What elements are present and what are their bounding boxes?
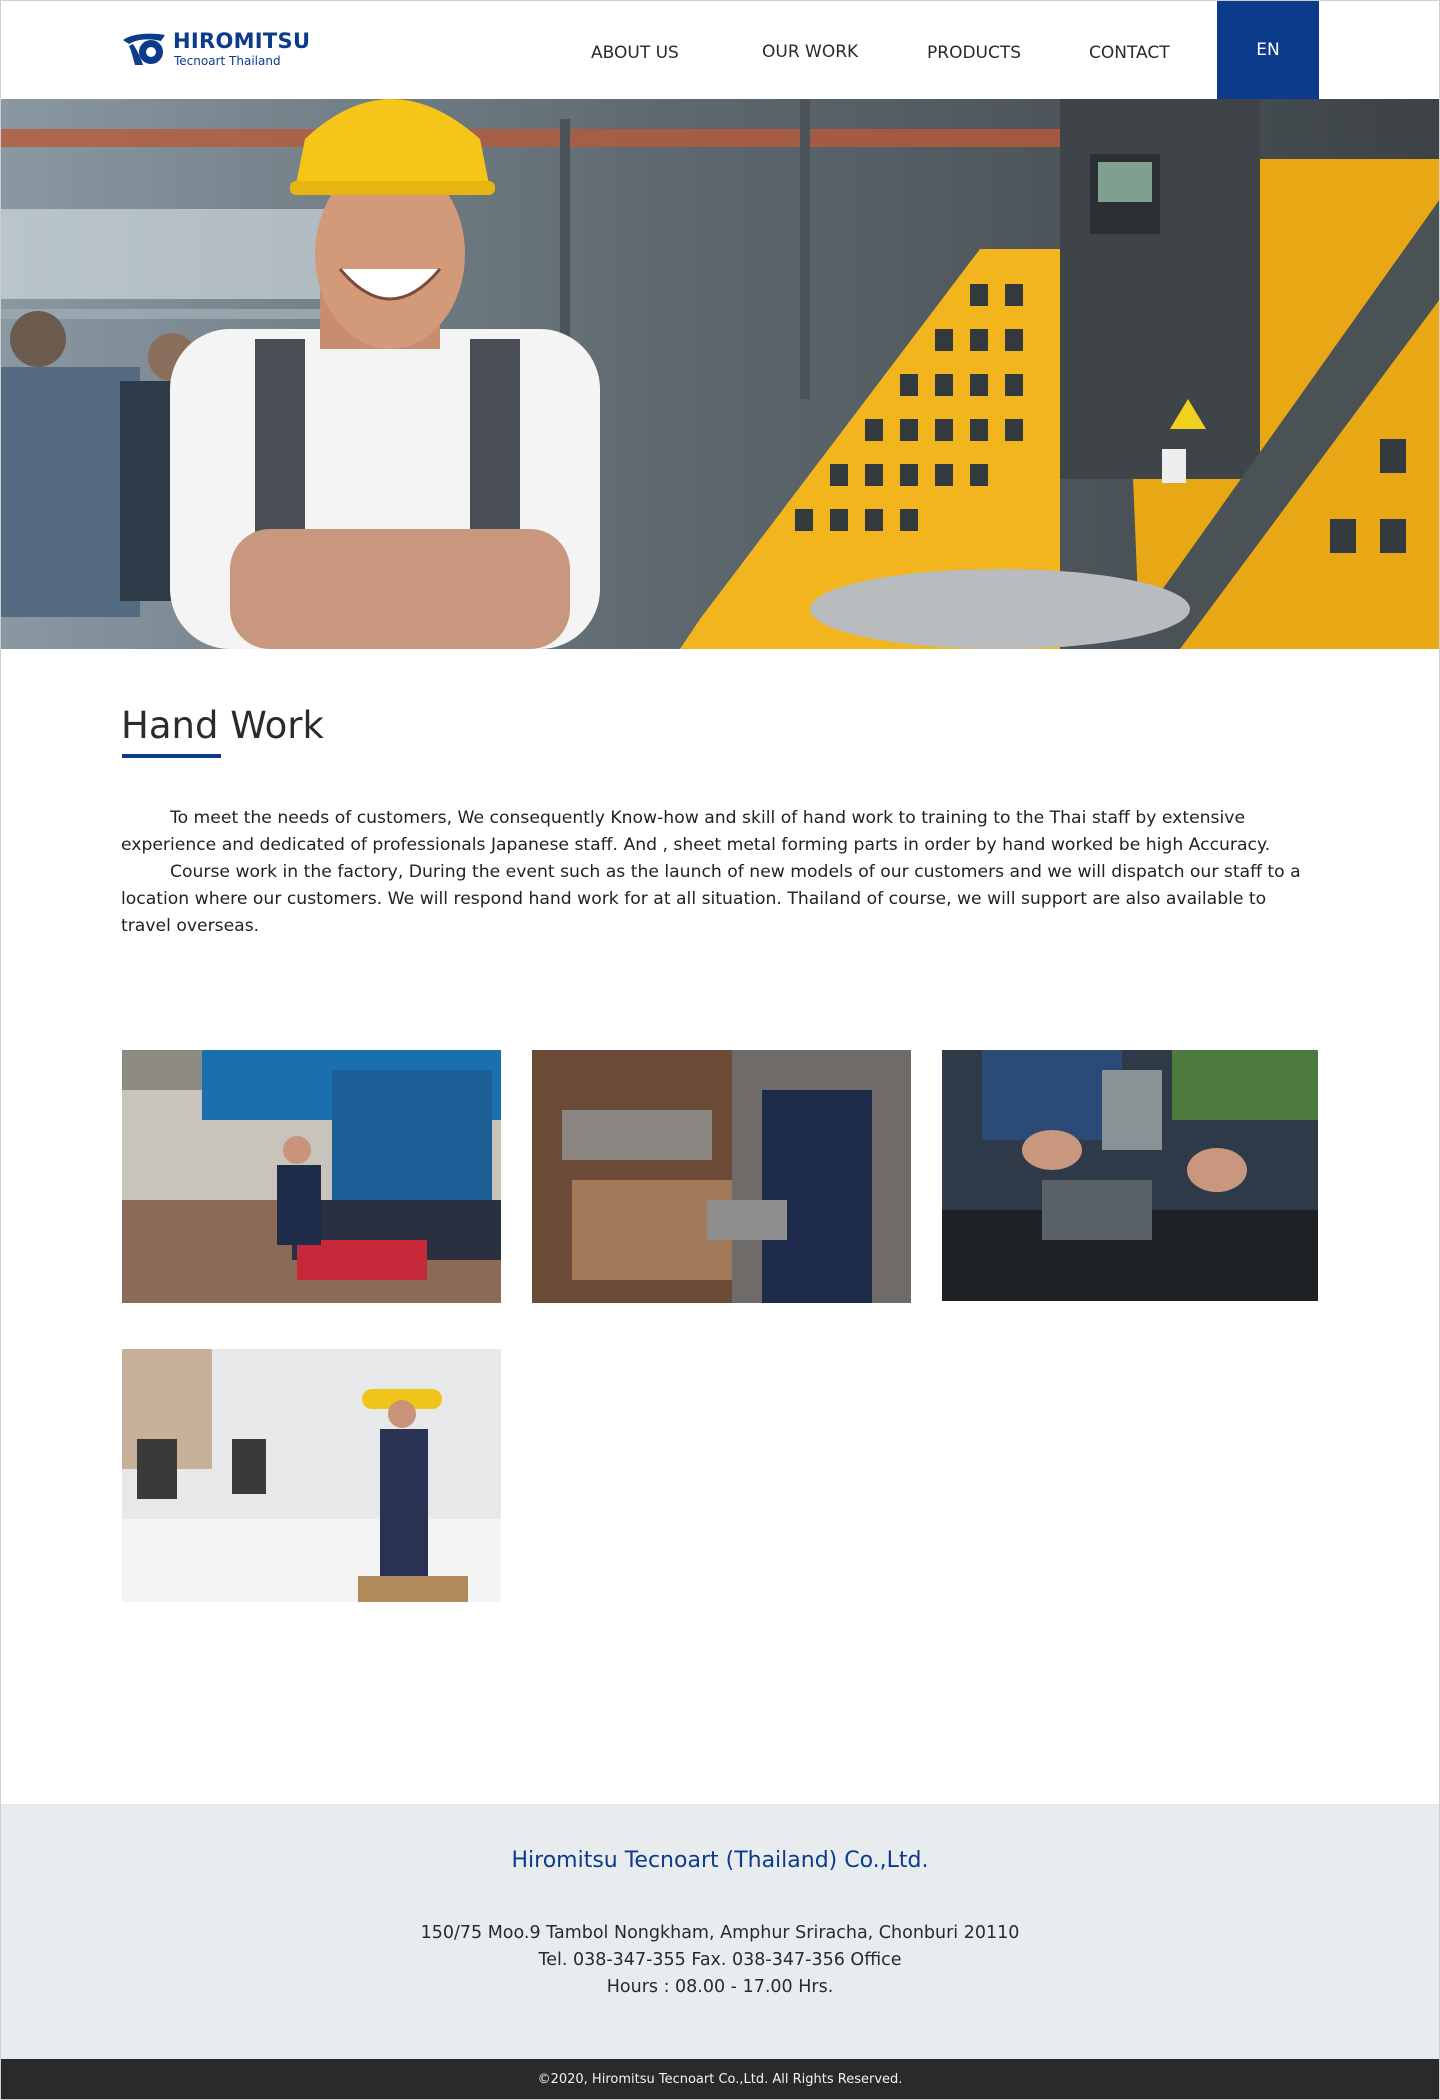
- footer-phone: Tel. 038-347-355 Fax. 038-347-356 Office: [538, 1950, 902, 1970]
- logo-subtitle: Tecnoart Thailand: [174, 54, 281, 68]
- footer-hours: Hours : 08.00 - 17.00 Hrs.: [606, 1977, 834, 1997]
- footer-address: 150/75 Moo.9 Tambol Nongkham, Amphur Sri…: [420, 1923, 1020, 1943]
- photo-gallery: [122, 1050, 1318, 1602]
- hero-image: [0, 99, 1440, 649]
- worker-at-toolbench-image: [122, 1050, 501, 1303]
- site-header: HIROMITSU Tecnoart Thailand ABOUT US OUR…: [0, 0, 1440, 99]
- gallery-image[interactable]: [532, 1050, 911, 1303]
- footer-company-name: Hiromitsu Tecnoart (Thailand) Co.,Ltd.: [511, 1848, 929, 1873]
- gallery-image[interactable]: [122, 1050, 501, 1303]
- title-underline: [122, 754, 221, 758]
- intro-paragraph: Course work in the factory, During the e…: [121, 862, 1301, 936]
- drilling-machine-image: [942, 1050, 1318, 1301]
- nav-our-work[interactable]: OUR WORK: [762, 42, 858, 62]
- copyright-bar: ©2020, Hiromitsu Tecnoart Co.,Ltd. All R…: [0, 2059, 1440, 2100]
- gallery-image[interactable]: [122, 1349, 501, 1602]
- hero-factory-worker-image: [0, 99, 1440, 649]
- nav-contact[interactable]: CONTACT: [1089, 43, 1170, 63]
- nav-about-us[interactable]: ABOUT US: [591, 43, 679, 63]
- nav-products[interactable]: PRODUCTS: [927, 43, 1021, 63]
- press-machine-image: [532, 1050, 911, 1303]
- site-logo[interactable]: HIROMITSU Tecnoart Thailand: [121, 31, 310, 67]
- logo-name: HIROMITSU: [173, 29, 311, 53]
- workshop-monitor-image: [122, 1349, 501, 1602]
- page-title: Hand Work: [121, 704, 324, 747]
- gallery-image[interactable]: [942, 1050, 1318, 1301]
- intro-text: To meet the needs of customers, We conse…: [121, 805, 1321, 940]
- logo-mark-icon: [123, 33, 165, 65]
- site-footer: Hiromitsu Tecnoart (Thailand) Co.,Ltd. 1…: [0, 1804, 1440, 2059]
- intro-paragraph: To meet the needs of customers, We conse…: [121, 808, 1271, 855]
- language-switch-button[interactable]: EN: [1217, 0, 1319, 99]
